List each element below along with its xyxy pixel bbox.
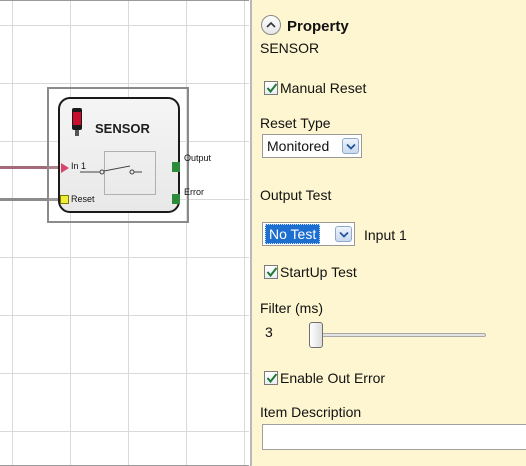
sensor-block[interactable]: SENSOR In 1 Reset Output Error [58,97,211,213]
filter-slider-thumb[interactable] [309,322,323,348]
sensor-icon [72,108,82,136]
output-test-label: Output Test [260,187,332,203]
block-title: SENSOR [95,121,150,136]
dropdown-arrow-icon[interactable] [342,138,359,154]
filter-label: Filter (ms) [260,300,323,316]
error-label: Error [184,187,204,197]
reset-label: Reset [71,194,95,204]
item-description-label: Item Description [260,404,362,420]
filter-slider-track[interactable] [314,333,486,337]
checkmark-icon [266,373,278,384]
collapse-button[interactable] [261,15,281,35]
item-description-input[interactable] [262,424,526,450]
output-label: Output [184,153,212,163]
manual-reset-label[interactable]: Manual Reset [280,80,366,96]
reset-type-select[interactable]: Monitored [262,134,362,158]
input-pin[interactable] [61,163,69,173]
filter-value: 3 [265,324,273,340]
enable-out-error-label[interactable]: Enable Out Error [280,370,385,386]
startup-test-checkbox[interactable] [264,265,278,279]
enable-out-error-checkbox[interactable] [264,371,278,385]
error-pin[interactable] [172,194,180,204]
output-pin[interactable] [172,162,180,172]
manual-reset-checkbox[interactable] [264,81,278,95]
diagram-canvas[interactable]: SENSOR In 1 Reset Output Error [0,0,249,466]
output-test-input-label: Input 1 [364,227,407,243]
startup-test-label[interactable]: StartUp Test [280,264,357,280]
reset-type-value: Monitored [267,138,330,154]
reset-type-label: Reset Type [260,115,331,131]
switch-symbol-icon [80,165,142,175]
output-test-select[interactable]: No Test [262,222,355,246]
input-label: In 1 [71,161,87,171]
panel-title: Property [287,18,349,35]
block-type-label: SENSOR [260,40,320,56]
output-test-value: No Test [265,224,321,244]
collapse-up-icon [266,21,276,28]
dropdown-arrow-icon[interactable] [335,226,352,242]
checkmark-icon [266,83,278,94]
property-panel: Property SENSOR Manual Reset Reset Type … [250,0,526,466]
checkmark-icon [266,267,278,278]
reset-pin[interactable] [60,195,69,204]
